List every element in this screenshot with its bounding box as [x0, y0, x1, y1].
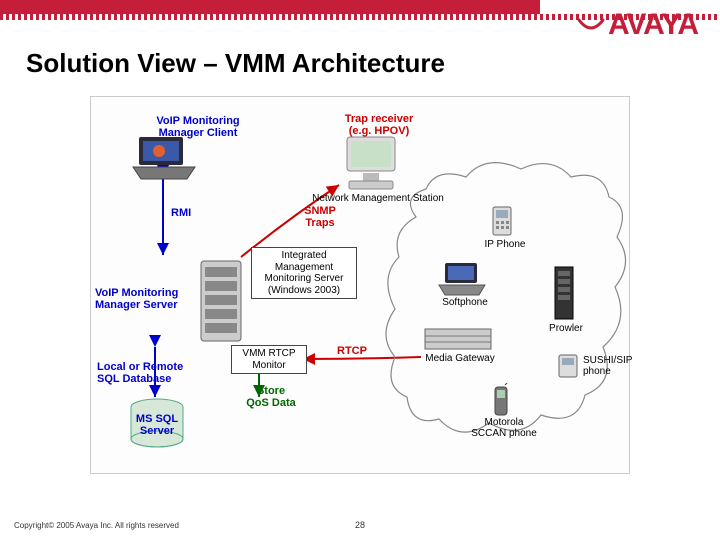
prowler-icon: [553, 265, 575, 321]
footer-page-number: 28: [355, 520, 365, 530]
rmi-label: RMI: [171, 207, 191, 219]
softphone-label: Softphone: [435, 297, 495, 308]
brand-name: AVAYA: [608, 8, 698, 42]
server-icon: [195, 257, 249, 347]
footer-copyright: Copyright© 2005 Avaya Inc. All rights re…: [14, 521, 179, 530]
cellphone-icon: [489, 383, 513, 419]
media-gateway-icon: [423, 327, 493, 353]
sip-phone-icon: [555, 351, 581, 381]
mssql-label: MS SQLServer: [131, 413, 183, 437]
avaya-smile-icon: [576, 10, 606, 40]
trap-label: Trap receiver(e.g. HPOV): [319, 113, 439, 137]
rtcp-label: RTCP: [337, 345, 367, 357]
media-gw-label: Media Gateway: [421, 353, 499, 364]
nms-label: Network Management Station: [303, 193, 453, 204]
integrated-callout: IntegratedManagementMonitoring Server(Wi…: [251, 247, 357, 299]
prowler-label: Prowler: [543, 323, 589, 334]
laptop-icon: [129, 133, 199, 183]
ip-phone-label: IP Phone: [477, 239, 533, 250]
vmm-rtcp-callout: VMM RTCPMonitor: [231, 345, 307, 374]
brand-logo: AVAYA: [576, 8, 698, 42]
ip-phone-icon: [489, 205, 515, 239]
architecture-diagram: VoIP MonitoringManager Client Trap recei…: [90, 96, 630, 474]
slide-title: Solution View – VMM Architecture: [26, 48, 445, 79]
monitor-icon: [341, 135, 401, 193]
snmp-label: SNMPTraps: [295, 205, 345, 229]
server-label: VoIP MonitoringManager Server: [95, 287, 195, 311]
db-label: Local or RemoteSQL Database: [97, 361, 207, 385]
softphone-icon: [437, 261, 487, 297]
store-label: StoreQoS Data: [231, 385, 311, 409]
scan-label: MotorolaSCCAN phone: [469, 417, 539, 439]
sushi-label: SUSHI/SIPphone: [583, 355, 639, 377]
